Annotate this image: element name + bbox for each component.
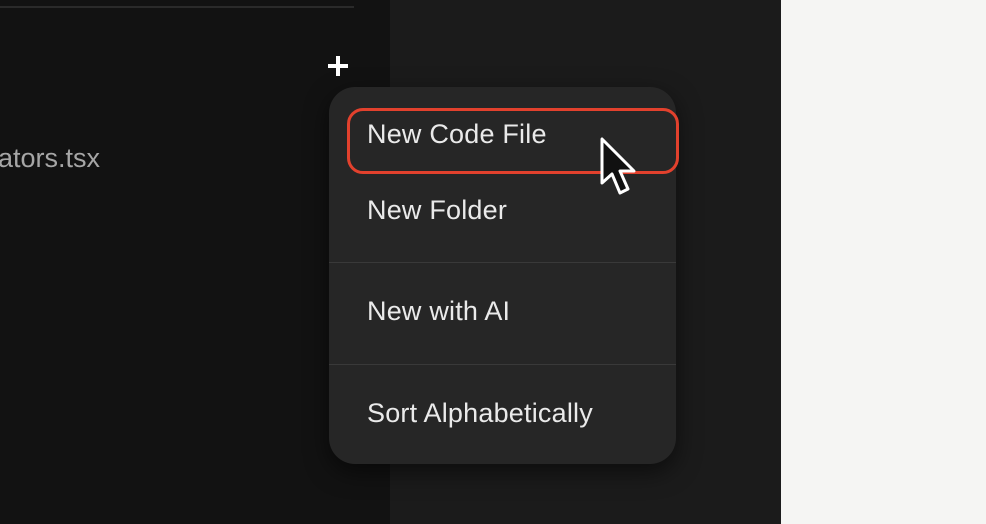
menu-item-new-folder[interactable]: New Folder [367, 195, 507, 226]
plus-icon[interactable] [324, 52, 352, 80]
menu-separator [329, 364, 676, 365]
menu-item-new-with-ai[interactable]: New with AI [367, 296, 510, 327]
menu-item-new-code-file[interactable]: New Code File [367, 119, 547, 150]
pointer-cursor-icon [600, 137, 636, 195]
right-panel [781, 0, 986, 524]
menu-item-sort-alphabetically[interactable]: Sort Alphabetically [367, 398, 593, 429]
menu-separator [329, 262, 676, 263]
divider [0, 6, 354, 8]
file-tree-item-label[interactable]: ators.tsx [0, 143, 100, 174]
